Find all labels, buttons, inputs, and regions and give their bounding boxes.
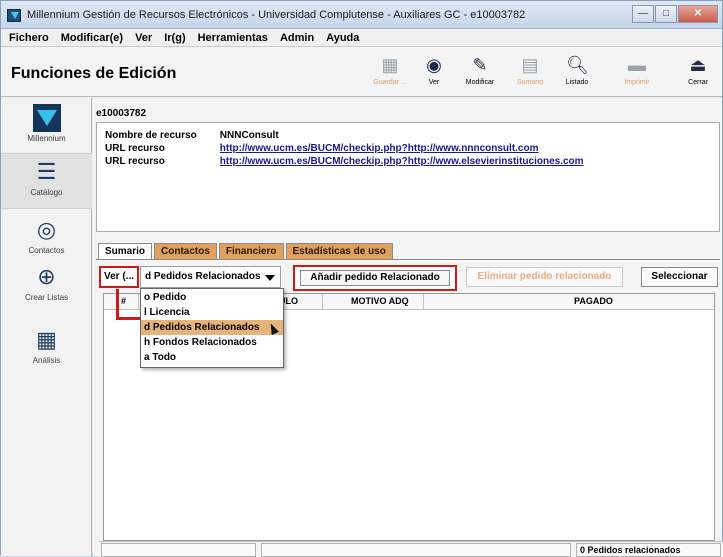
select-button[interactable]: Seleccionar — [641, 267, 718, 287]
create-lists-icon: ⊕ — [37, 264, 56, 289]
close-button[interactable]: ⏏ Cerrar — [677, 51, 719, 95]
millennium-logo-icon — [32, 104, 61, 132]
menu-herramientas[interactable]: Herramientas — [198, 32, 268, 44]
column-header-number: # — [121, 296, 127, 306]
save-button[interactable]: ▦ Guardar ... — [369, 51, 411, 95]
view-icon: ◉ — [426, 55, 442, 75]
printer-icon: ▬ — [628, 55, 646, 75]
url-link[interactable]: http://www.ucm.es/BUCM/checkip.php?http:… — [220, 143, 539, 154]
dropdown-option-pedido[interactable]: o Pedido — [141, 290, 283, 305]
menu-ir[interactable]: Ir(g) — [164, 32, 185, 44]
dropdown-option-fondos-relacionados[interactable]: h Fondos Relacionados — [141, 335, 283, 350]
close-icon: ⏏ — [689, 55, 707, 75]
menu-fichero[interactable]: Fichero — [9, 32, 49, 44]
menu-ver[interactable]: Ver — [135, 32, 152, 44]
view-type-select[interactable]: d Pedidos Relacionados — [140, 266, 281, 288]
sidebar-item-label: Análisis — [32, 356, 61, 365]
view-button-label: Ver — [428, 79, 440, 86]
menu-ayuda[interactable]: Ayuda — [326, 32, 359, 44]
menu-admin[interactable]: Admin — [280, 32, 314, 44]
tab-financiero[interactable]: Financiero — [218, 243, 284, 259]
tab-panel-sumario: Ver (... d Pedidos Relacionados Añadir p… — [96, 259, 723, 557]
tab-contactos[interactable]: Contactos — [154, 243, 217, 259]
save-button-label: Guardar ... — [373, 79, 407, 86]
sidebar-item-label: Millennium — [27, 134, 66, 143]
column-divider — [423, 294, 424, 310]
sidebar-item-contactos[interactable]: ◎ Contactos — [1, 216, 92, 255]
tab-estadisticas[interactable]: Estadísticas de uso — [285, 243, 393, 259]
add-button-highlight: Añadir pedido Relacionado — [293, 265, 457, 291]
summary-button-label: Sumario — [516, 79, 544, 86]
summary-button[interactable]: ▤ Sumario — [509, 51, 551, 95]
column-header-pagado: PAGADO — [574, 296, 613, 306]
view-type-select-value: d Pedidos Relacionados — [145, 271, 261, 282]
tab-sumario[interactable]: Sumario — [98, 243, 153, 259]
menu-bar: Fichero Modificar(e) Ver Ir(g) Herramien… — [1, 29, 722, 47]
list-button-label: Listado — [565, 79, 589, 86]
view-type-dropdown: o Pedido l Licencia d Pedidos Relacionad… — [140, 288, 284, 368]
print-button[interactable]: ▬ Imprimir — [616, 51, 658, 95]
close-button-label: Cerrar — [688, 79, 708, 86]
contacts-icon: ◎ — [36, 217, 57, 242]
annotation-connector — [116, 289, 119, 319]
list-button[interactable]: 🔍︎ Listado — [556, 51, 598, 95]
url-label: URL recurso — [105, 143, 165, 154]
sidebar-item-label: Contactos — [28, 246, 65, 255]
close-window-button[interactable]: ✕ — [678, 5, 718, 23]
window-title: Millennium Gestión de Recursos Electróni… — [27, 9, 526, 21]
menu-modificar[interactable]: Modificar(e) — [61, 32, 123, 44]
search-icon: 🔍︎ — [566, 55, 589, 75]
summary-icon: ▤ — [521, 55, 539, 75]
record-id: e10003782 — [96, 108, 147, 119]
delete-related-order-button: Eliminar pedido relacionado — [466, 267, 623, 287]
column-header-motivo: MOTIVO ADQ — [351, 296, 409, 306]
chevron-down-icon — [265, 275, 275, 281]
add-related-order-label: Añadir pedido Relacionado — [310, 272, 440, 283]
toolbar: Funciones de Edición ▦ Guardar ... ◉ Ver… — [1, 47, 722, 97]
analysis-icon: ▦ — [36, 327, 57, 352]
catalog-icon: ☰ — [36, 159, 57, 184]
save-icon: ▦ — [381, 55, 399, 75]
dropdown-option-pedidos-relacionados[interactable]: d Pedidos Relacionados — [141, 320, 283, 336]
modify-button-label: Modificar — [465, 79, 495, 86]
resource-name-value: NNNConsult — [219, 130, 279, 141]
page-title: Funciones de Edición — [11, 65, 177, 82]
resource-name-label: Nombre de recurso — [105, 130, 197, 141]
ver-button[interactable]: Ver (... — [99, 266, 139, 288]
column-divider — [138, 294, 139, 310]
sidebar-item-catalogo[interactable]: ☰ Catálogo — [1, 153, 92, 209]
dropdown-option-label: d Pedidos Relacionados — [144, 322, 260, 333]
maximize-button[interactable]: □ — [655, 5, 677, 23]
sidebar: Millennium ☰ Catálogo ◎ Contactos ⊕ Crea… — [1, 98, 92, 556]
url-link[interactable]: http://www.ucm.es/BUCM/checkip.php?http:… — [220, 156, 584, 167]
sidebar-item-label: Crear Listas — [24, 293, 69, 302]
window-controls: — □ ✕ — [631, 5, 718, 23]
sidebar-item-millennium[interactable]: Millennium — [1, 104, 92, 143]
tab-strip: Sumario Contactos Financiero Estadística… — [98, 243, 395, 259]
main-content: e10003782 Nombre de recurso NNNConsult U… — [93, 98, 723, 557]
sidebar-item-analisis[interactable]: ▦ Análisis — [1, 326, 92, 365]
url-row-1: URL recurso http://www.ucm.es/BUCM/check… — [105, 143, 538, 154]
mouse-cursor-icon — [267, 321, 279, 336]
resource-name-row: Nombre de recurso NNNConsult — [105, 130, 279, 141]
modify-button[interactable]: ✎ Modificar — [459, 51, 501, 95]
dropdown-option-todo[interactable]: a Todo — [141, 350, 283, 365]
dropdown-option-licencia[interactable]: l Licencia — [141, 305, 283, 320]
view-button[interactable]: ◉ Ver — [413, 51, 455, 95]
resource-info-panel: Nombre de recurso NNNConsult URL recurso… — [96, 122, 720, 232]
title-bar: Millennium Gestión de Recursos Electróni… — [1, 1, 722, 29]
app-logo-icon — [7, 9, 21, 22]
application-window: Millennium Gestión de Recursos Electróni… — [0, 0, 723, 557]
print-button-label: Imprimir — [624, 79, 650, 86]
sidebar-item-label: Catálogo — [30, 188, 63, 197]
url-row-2: URL recurso http://www.ucm.es/BUCM/check… — [105, 156, 584, 167]
sidebar-item-crear-listas[interactable]: ⊕ Crear Listas — [1, 263, 92, 302]
edit-icon: ✎ — [472, 55, 488, 75]
url-label: URL recurso — [105, 156, 165, 167]
add-related-order-button[interactable]: Añadir pedido Relacionado — [300, 270, 450, 286]
minimize-button[interactable]: — — [632, 5, 654, 23]
column-divider — [322, 294, 323, 310]
